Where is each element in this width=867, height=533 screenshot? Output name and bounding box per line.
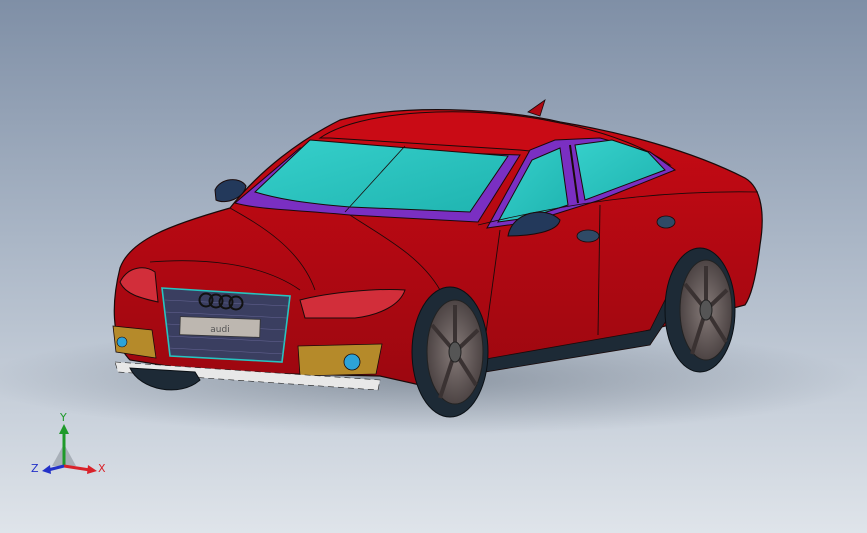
y-axis-label: Y (59, 411, 67, 424)
x-axis-arrow (87, 465, 97, 474)
left-fog-light (116, 336, 128, 348)
x-axis-label: X (98, 462, 106, 475)
front-door-handle[interactable] (576, 229, 600, 243)
rear-door-handle[interactable] (656, 215, 676, 229)
orientation-triad[interactable]: Y X Z (30, 410, 110, 480)
right-fog-light (343, 353, 361, 371)
z-axis-arrow (42, 465, 51, 474)
y-axis-arrow (59, 424, 69, 434)
z-axis-label: Z (31, 462, 39, 475)
rear-wheel[interactable] (664, 247, 736, 373)
antenna (527, 98, 546, 117)
car-model[interactable]: audi (0, 0, 867, 533)
right-fog-panel (297, 343, 383, 377)
plate-text: audi (210, 325, 229, 335)
x-axis-line (63, 464, 91, 472)
front-wheel[interactable] (411, 286, 489, 418)
graphics-viewport[interactable]: audi Y X Z (0, 0, 867, 533)
